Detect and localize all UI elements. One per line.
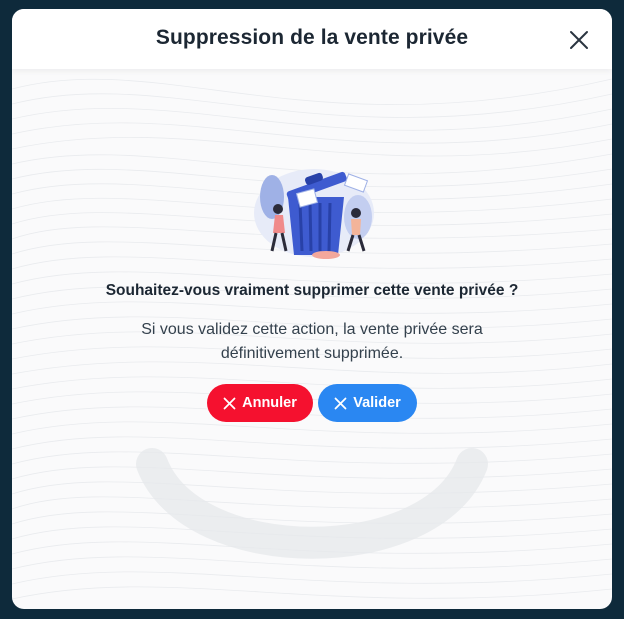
background-wave-pattern (12, 78, 612, 600)
cancel-button-label: Annuler (242, 395, 297, 411)
x-icon (334, 397, 347, 409)
x-icon (223, 397, 236, 409)
trash-can-illustration (254, 169, 374, 259)
confirmation-question: Souhaitez-vous vraiment supprimer cette … (105, 282, 519, 299)
dialog-header: Suppression de la vente privée (12, 9, 612, 69)
confirmation-description: Si vous validez cette action, la vente p… (141, 321, 483, 362)
cancel-button[interactable]: Annuler (207, 384, 313, 422)
delete-private-sale-dialog: Suppression de la vente privée Souhaitez… (12, 9, 612, 609)
dialog-title: Suppression de la vente privée (155, 26, 469, 49)
validate-button[interactable]: Valider (318, 384, 417, 422)
validate-button-label: Valider (353, 395, 401, 411)
close-icon[interactable] (568, 29, 590, 51)
